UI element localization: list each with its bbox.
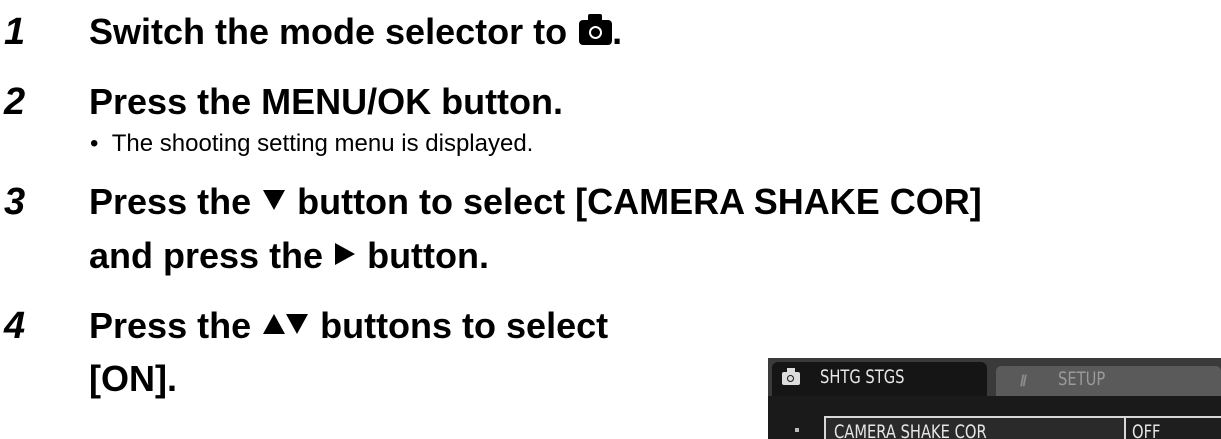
camera-lcd-screen: SHTG STGS // SETUP CAMERA SHAKE COR OFF	[768, 358, 1221, 439]
step-number: 3	[4, 181, 26, 223]
step-text-line-1: Press the buttons to select	[89, 305, 609, 346]
lcd-row-marker	[795, 428, 799, 432]
step-text-line-1: Press the button to select [CAMERA SHAKE…	[89, 181, 982, 222]
lcd-row-value: OFF	[1132, 421, 1161, 439]
step-number: 2	[4, 81, 26, 123]
camera-mode-icon	[579, 14, 613, 45]
lcd-active-tab-label: SHTG STGS	[820, 366, 905, 388]
bullet-dot-icon: •	[90, 130, 112, 157]
lcd-tab-setup	[996, 366, 1221, 396]
lcd-row-label: CAMERA SHAKE COR	[834, 421, 987, 439]
step-number: 1	[4, 11, 26, 53]
right-triangle-icon	[335, 243, 356, 265]
setup-wrench-icon: //	[1020, 373, 1027, 390]
up-triangle-icon	[263, 314, 286, 334]
lcd-inactive-tab-label: SETUP	[1058, 368, 1106, 390]
step-number: 4	[4, 305, 26, 347]
down-triangle-icon	[263, 190, 286, 210]
step-text: Press the MENU/OK button.	[89, 81, 564, 122]
step-text-line-2: [ON].	[89, 358, 177, 399]
step-text-line-2: and press the button.	[89, 235, 490, 276]
down-triangle-icon	[286, 314, 309, 334]
step-text: Switch the mode selector to .	[89, 11, 623, 52]
camera-icon	[782, 368, 800, 385]
step-2-note: • The shooting setting menu is displayed…	[90, 130, 534, 157]
